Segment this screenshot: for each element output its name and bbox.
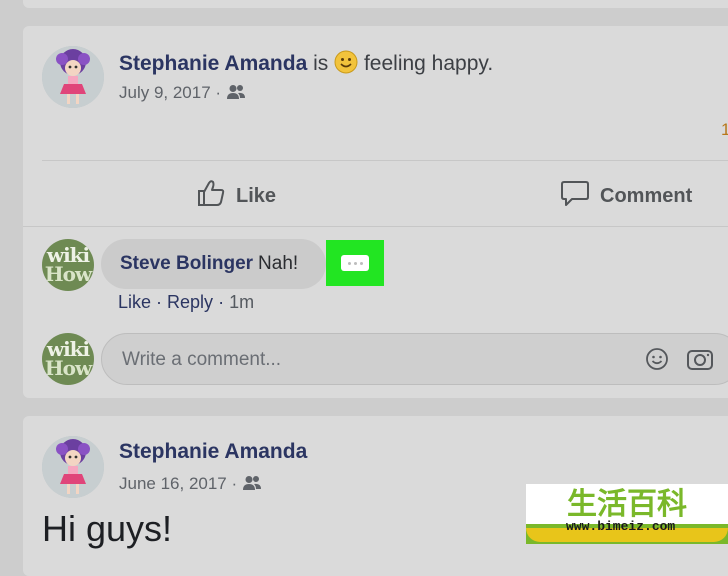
post-date[interactable]: June 16, 2017 (119, 474, 227, 493)
post-author-name[interactable]: Stephanie Amanda (119, 52, 307, 75)
ellipsis-icon (341, 255, 369, 271)
post-verb: is (313, 52, 329, 75)
comment-options-button[interactable] (326, 240, 384, 286)
comment-like-link[interactable]: Like (118, 292, 151, 312)
friends-icon[interactable] (242, 475, 262, 496)
post-divider (42, 160, 728, 161)
author-avatar[interactable] (42, 46, 104, 108)
comment-author-name[interactable]: Steve Bolinger (120, 253, 253, 275)
friends-icon[interactable] (226, 84, 246, 105)
watermark-chars: 生活百科 (567, 488, 687, 521)
comment-input[interactable] (120, 346, 594, 374)
like-button[interactable]: Like (196, 178, 276, 214)
current-user-avatar[interactable]: wiki How (42, 333, 94, 385)
comment-label: Comment (600, 184, 693, 207)
reaction-count[interactable]: 1 (721, 120, 728, 140)
comment-composer[interactable] (101, 333, 728, 385)
comment-button[interactable]: Comment (560, 178, 692, 214)
comment-actions: Like · Reply · 1m (118, 292, 254, 313)
post-date[interactable]: July 9, 2017 (119, 83, 211, 102)
actions-divider (23, 226, 728, 227)
comment-bubble: Steve Bolinger Nah! (101, 239, 326, 289)
speech-bubble-icon (560, 178, 590, 214)
post-meta: July 9, 2017 · (119, 83, 246, 105)
post-activity: feeling happy. (363, 52, 494, 75)
like-label: Like (236, 184, 277, 207)
site-watermark: 生活百科 www.bimeiz.com (526, 484, 728, 544)
feeling-emoji-icon (334, 50, 358, 80)
watermark-url: www.bimeiz.com (566, 519, 676, 534)
camera-icon[interactable] (686, 346, 714, 377)
smiley-icon[interactable] (645, 347, 669, 376)
meta-separator: · (231, 474, 238, 493)
previous-post-card (23, 0, 728, 8)
meta-separator: · (215, 83, 222, 102)
commenter-avatar[interactable]: wiki How (42, 239, 94, 291)
avatar-text-bottom: How (44, 262, 92, 286)
author-avatar[interactable] (42, 436, 104, 498)
comment-sep: · (156, 292, 163, 312)
comment-sep: · (218, 292, 225, 312)
comment-reply-link[interactable]: Reply (167, 292, 213, 312)
post-meta: June 16, 2017 · (119, 474, 262, 496)
post-author-name[interactable]: Stephanie Amanda (119, 440, 307, 464)
comment-time[interactable]: 1m (229, 292, 254, 312)
thumbs-up-icon (196, 178, 226, 214)
post-headline: Stephanie Amanda is feeling happy. (119, 50, 493, 80)
comment-text: Nah! (258, 253, 299, 274)
avatar-text-bottom: How (44, 356, 92, 380)
